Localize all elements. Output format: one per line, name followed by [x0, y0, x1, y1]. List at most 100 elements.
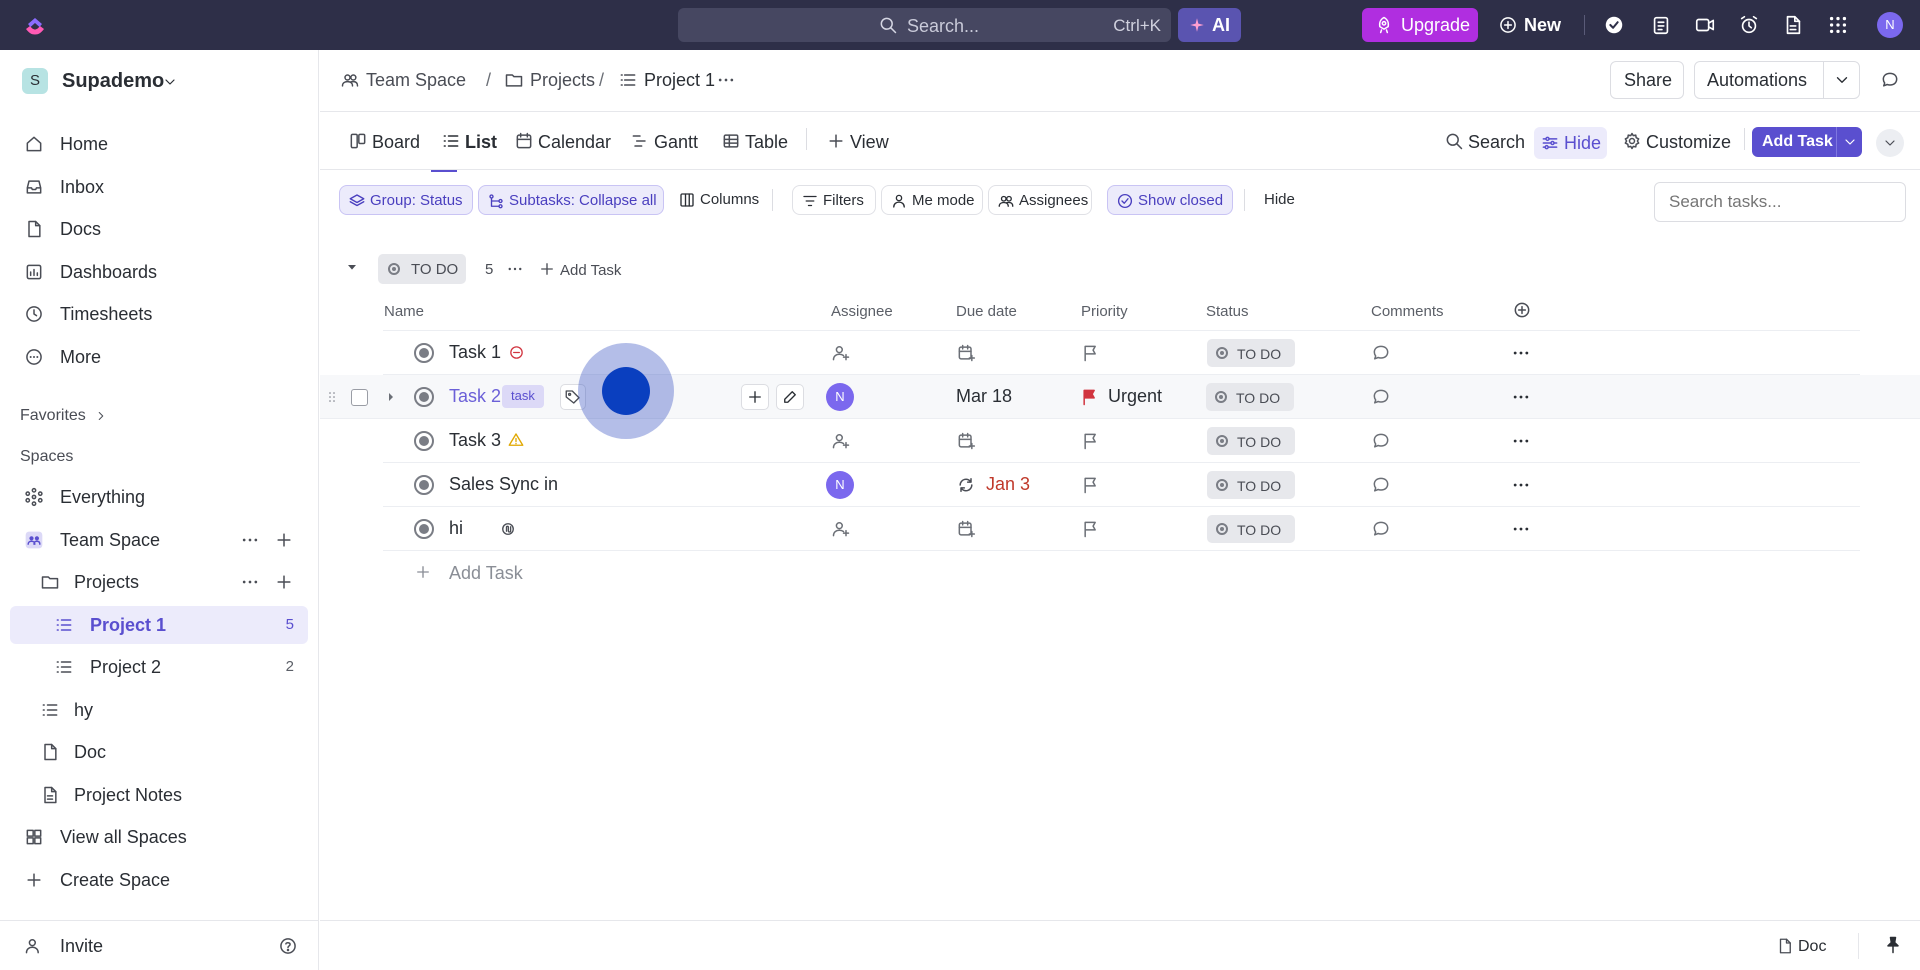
sidebar-item-hy[interactable]: hy — [10, 691, 308, 729]
task-name[interactable]: Task 2 — [449, 386, 501, 407]
comment-icon[interactable] — [1371, 387, 1391, 407]
sidebar-item-home[interactable]: Home — [10, 125, 308, 163]
comment-icon[interactable] — [1371, 519, 1391, 539]
hide-filters-chip[interactable]: Hide — [1262, 185, 1322, 215]
user-avatar[interactable]: N — [1877, 12, 1903, 38]
task-name[interactable]: Task 3 — [449, 430, 501, 451]
add-subtask-button[interactable] — [741, 384, 769, 410]
task-tag[interactable]: task — [502, 385, 544, 408]
comment-icon[interactable] — [1371, 475, 1391, 495]
sidebar-item-doc[interactable]: Doc — [10, 733, 308, 771]
hide-button[interactable]: Hide — [1534, 127, 1607, 159]
sidebar-item-project-1[interactable]: Project 1 5 — [10, 606, 308, 644]
add-assignee-icon[interactable] — [831, 519, 851, 539]
pin-icon[interactable] — [1883, 935, 1903, 955]
column-header-name[interactable]: Name — [384, 303, 424, 320]
task-status-icon[interactable] — [414, 431, 434, 451]
sidebar-item-timesheets[interactable]: Timesheets — [10, 295, 308, 333]
due-date[interactable]: Jan 3 — [986, 474, 1030, 495]
more-horizontal-icon[interactable] — [1511, 387, 1531, 407]
help-icon[interactable] — [278, 936, 298, 956]
more-horizontal-icon[interactable] — [240, 530, 260, 550]
upgrade-button[interactable]: Upgrade — [1362, 8, 1478, 42]
ai-button[interactable]: AI — [1178, 8, 1241, 42]
task-status-icon[interactable] — [414, 519, 434, 539]
column-header-due-date[interactable]: Due date — [956, 303, 1017, 320]
task-name[interactable]: Sales Sync in — [449, 474, 558, 495]
task-status-pill[interactable]: TO DO — [1206, 383, 1294, 411]
show-closed-chip[interactable]: Show closed — [1107, 185, 1233, 215]
status-group-pill[interactable]: TO DO — [378, 254, 466, 284]
task-name[interactable]: hi — [449, 518, 463, 539]
add-assignee-icon[interactable] — [831, 343, 851, 363]
clickup-logo-icon[interactable] — [22, 12, 48, 38]
sidebar-item-view-all-spaces[interactable]: View all Spaces — [10, 818, 308, 856]
assignee-avatar[interactable]: N — [826, 383, 854, 411]
sidebar-item-project-2[interactable]: Project 2 2 — [10, 648, 308, 686]
column-header-assignee[interactable]: Assignee — [831, 303, 893, 320]
more-horizontal-icon[interactable] — [1511, 343, 1531, 363]
more-horizontal-icon[interactable] — [240, 572, 260, 592]
search-tasks-input[interactable] — [1654, 182, 1906, 222]
calendar-add-icon[interactable] — [956, 519, 976, 539]
add-assignee-icon[interactable] — [831, 431, 851, 451]
alarm-clock-icon[interactable] — [1738, 14, 1760, 36]
apps-grid-icon[interactable] — [1827, 14, 1849, 36]
drag-handle-icon[interactable] — [324, 387, 340, 407]
comment-icon[interactable] — [1371, 431, 1391, 451]
new-button[interactable]: New — [1496, 8, 1566, 42]
more-horizontal-icon[interactable] — [1511, 431, 1531, 451]
due-date[interactable]: Mar 18 — [956, 386, 1012, 407]
column-header-comments[interactable]: Comments — [1371, 303, 1444, 320]
rename-button[interactable] — [776, 384, 804, 410]
task-status-pill[interactable]: TO DO — [1207, 515, 1295, 543]
sidebar-item-more[interactable]: More — [10, 338, 308, 376]
more-horizontal-icon[interactable] — [716, 70, 736, 90]
add-task-dropdown[interactable] — [1836, 127, 1862, 157]
sidebar-item-create-space[interactable]: Create Space — [10, 861, 308, 899]
plus-icon[interactable] — [274, 530, 294, 550]
more-horizontal-icon[interactable] — [1511, 475, 1531, 495]
table-row[interactable]: Task 2 task N Mar 18 Urgent TO DO — [320, 375, 1920, 419]
columns-chip[interactable]: Columns — [670, 185, 768, 215]
invite-button[interactable]: Invite — [10, 927, 308, 965]
column-header-status[interactable]: Status — [1206, 303, 1249, 320]
row-checkbox[interactable] — [351, 389, 368, 406]
task-status-icon[interactable] — [414, 387, 434, 407]
priority-label[interactable]: Urgent — [1108, 386, 1162, 407]
workspace-switcher[interactable]: S Supademo — [22, 68, 192, 96]
plus-icon[interactable] — [274, 572, 294, 592]
doc-tray-button[interactable]: Doc — [1776, 935, 1836, 959]
automations-button[interactable]: Automations — [1694, 61, 1860, 99]
collapse-toggle[interactable] — [1876, 129, 1904, 157]
sidebar-item-projects[interactable]: Projects — [10, 563, 308, 601]
task-status-icon[interactable] — [414, 475, 434, 495]
global-search-bar[interactable]: Search... Ctrl+K — [678, 8, 1171, 42]
table-row[interactable]: hi TO DO — [383, 507, 1860, 551]
add-task-row[interactable]: Add Task — [414, 560, 614, 586]
sidebar-item-inbox[interactable]: Inbox — [10, 168, 308, 206]
favorites-section[interactable]: Favorites — [20, 407, 108, 425]
flag-icon[interactable] — [1081, 431, 1101, 451]
task-status-icon[interactable] — [414, 343, 434, 363]
task-status-pill[interactable]: TO DO — [1207, 427, 1295, 455]
table-row[interactable]: Sales Sync in N Jan 3 TO DO — [383, 463, 1860, 507]
calendar-add-icon[interactable] — [956, 343, 976, 363]
check-circle-icon[interactable] — [1603, 14, 1625, 36]
flag-icon[interactable] — [1081, 343, 1101, 363]
chat-icon[interactable] — [1880, 70, 1900, 90]
task-status-pill[interactable]: TO DO — [1207, 339, 1295, 367]
sidebar-item-dashboards[interactable]: Dashboards — [10, 253, 308, 291]
group-by-chip[interactable]: Group: Status — [339, 185, 473, 215]
group-add-task-button[interactable]: Add Task — [538, 259, 628, 281]
me-mode-chip[interactable]: Me mode — [881, 185, 983, 215]
sidebar-item-docs[interactable]: Docs — [10, 210, 308, 248]
task-status-pill[interactable]: TO DO — [1207, 471, 1295, 499]
add-task-button[interactable]: Add Task — [1752, 127, 1862, 157]
sidebar-item-everything[interactable]: Everything — [10, 478, 308, 516]
filters-chip[interactable]: Filters — [792, 185, 876, 215]
share-button[interactable]: Share — [1610, 61, 1684, 99]
add-column-icon[interactable] — [1512, 300, 1532, 320]
chevron-right-icon[interactable] — [383, 389, 399, 405]
caret-down-icon[interactable] — [344, 259, 360, 275]
